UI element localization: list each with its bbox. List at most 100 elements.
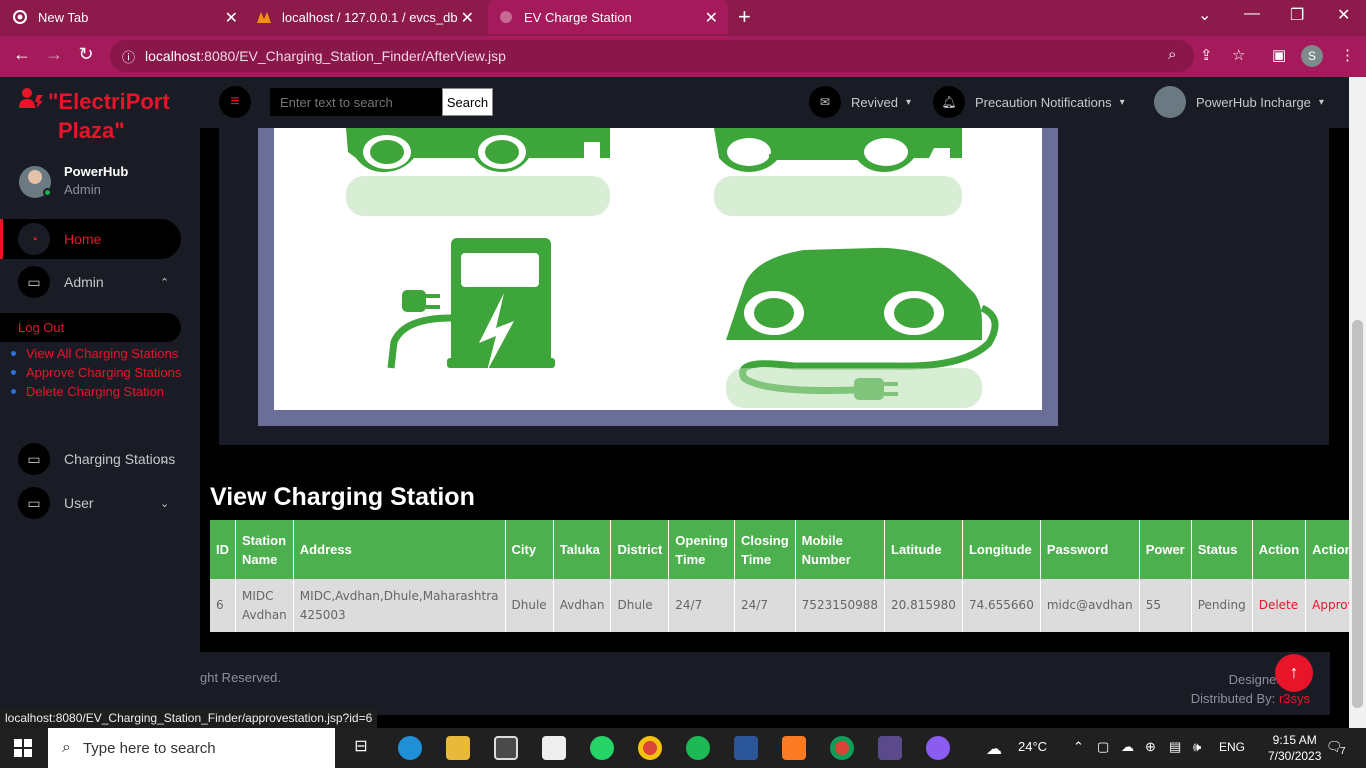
tab-title: localhost / 127.0.0.1 / evcs_db / r	[282, 9, 458, 25]
windows-start-icon[interactable]	[14, 739, 32, 757]
mail-icon[interactable]	[542, 736, 566, 760]
tab-phpmyadmin[interactable]: localhost / 127.0.0.1 / evcs_db / r ✕	[256, 0, 484, 34]
notifications-label: Precaution Notifications	[975, 94, 1112, 110]
bell-icon: 🔔︎	[933, 86, 965, 118]
search-button[interactable]: Search	[442, 88, 493, 116]
scroll-to-top-button[interactable]: ↑	[1275, 654, 1313, 692]
store-icon[interactable]	[494, 736, 518, 760]
user-avatar	[1154, 86, 1186, 118]
file-explorer-icon[interactable]	[446, 736, 470, 760]
cell-address: MIDC,Avdhan,Dhule,Maharashtra 425003	[293, 579, 506, 632]
sidebar-item-user[interactable]: ▭ User ⌄	[0, 483, 190, 523]
tab-new-tab[interactable]: New Tab ✕	[12, 0, 248, 34]
chevron-up-icon[interactable]: ⌃	[1073, 739, 1084, 755]
sidebar-item-charging-stations[interactable]: ▭ Charging Stations ⌄	[0, 439, 190, 479]
laptop-icon: ▭	[18, 266, 50, 298]
chrome-profile-icon[interactable]	[830, 736, 854, 760]
column-header: Password	[1040, 520, 1140, 579]
charging-station-table: ID Station Name Address City Taluka Dist…	[210, 520, 1349, 632]
whatsapp-icon[interactable]	[590, 736, 614, 760]
column-header: Address	[293, 520, 506, 579]
scrollbar-thumb[interactable]	[1352, 320, 1363, 708]
sidebar-item-home[interactable]: ◔ Home	[0, 219, 181, 259]
distributor-link[interactable]: r3sys	[1279, 691, 1310, 706]
search-input[interactable]	[270, 88, 442, 116]
task-view-icon[interactable]: ⊟	[349, 736, 373, 760]
weather-temp[interactable]: 24°C	[1018, 739, 1047, 754]
paint-icon[interactable]	[926, 736, 950, 760]
chevron-down-icon: ⌄	[160, 497, 170, 510]
meet-icon[interactable]: ▢	[1097, 739, 1109, 755]
weather-cloud-icon[interactable]: ☁	[986, 739, 1002, 759]
close-tab-icon[interactable]: ✕	[461, 8, 474, 28]
bookmark-star-icon[interactable]: ☆	[1232, 46, 1245, 64]
brand-logo[interactable]: "ElectriPort Plaza"	[18, 87, 170, 144]
minimize-icon[interactable]: —	[1244, 5, 1260, 23]
sidebar-item-label: Admin	[64, 274, 104, 290]
cell-latitude: 20.815980	[884, 579, 963, 632]
table-header-row: ID Station Name Address City Taluka Dist…	[210, 520, 1349, 579]
delete-link[interactable]: Delete	[1252, 579, 1307, 632]
profile-avatar[interactable]: S	[1301, 45, 1323, 67]
profile-role: Admin	[64, 182, 101, 197]
language-indicator[interactable]: ENG	[1219, 740, 1245, 754]
ev-charging-illustration	[274, 128, 1042, 410]
chrome-taskbar-icon[interactable]	[638, 736, 662, 760]
chevron-down-icon: ▾	[1119, 96, 1125, 108]
page-title: View Charging Station	[210, 483, 475, 511]
word-icon[interactable]	[734, 736, 758, 760]
laptop-icon: ▭	[18, 487, 50, 519]
column-header: Power	[1139, 520, 1192, 579]
menu-dots-icon[interactable]: ⋮	[1340, 46, 1355, 64]
hamburger-menu-icon[interactable]: ≡	[219, 86, 251, 118]
sidebar-item-admin[interactable]: ▭ Admin ⌃	[0, 262, 190, 302]
tab-search-icon[interactable]: ⌄	[1198, 5, 1211, 25]
forward-icon[interactable]: →	[42, 44, 66, 65]
user-dropdown[interactable]: PowerHub Incharge ▾	[1154, 86, 1324, 118]
side-panel-icon[interactable]: ▣	[1272, 46, 1286, 64]
brand-line1: "ElectriPort	[48, 89, 170, 114]
envelope-icon: ✉	[809, 86, 841, 118]
close-tab-icon[interactable]: ✕	[225, 8, 238, 28]
link-view-all-charging-stations[interactable]: View All Charging Stations	[10, 344, 190, 363]
column-header: Action	[1252, 520, 1307, 579]
cell-password: midc@avdhan	[1040, 579, 1140, 632]
reload-icon[interactable]: ↻	[74, 44, 98, 65]
clock[interactable]: 9:15 AM 7/30/2023	[1268, 732, 1321, 764]
link-delete-charging-station[interactable]: Delete Charging Station	[10, 382, 190, 401]
sidebar-item-label: Home	[64, 231, 102, 247]
back-icon[interactable]: ←	[10, 44, 34, 65]
app-icon[interactable]	[878, 736, 902, 760]
approve-link[interactable]: Approve	[1305, 579, 1349, 632]
cell-station-name: MIDC Avdhan	[235, 579, 294, 632]
onedrive-icon[interactable]: ☁	[1121, 739, 1134, 755]
link-approve-charging-stations[interactable]: Approve Charging Stations	[10, 363, 190, 382]
close-window-icon[interactable]: ✕	[1337, 5, 1350, 25]
messages-dropdown[interactable]: ✉ Revived ▾	[809, 86, 911, 118]
taskbar-search[interactable]: ⌕ Type here to search	[48, 728, 335, 768]
spotify-icon[interactable]	[686, 736, 710, 760]
url-field[interactable]: ⓘ localhost:8080/EV_Charging_Station_Fin…	[110, 40, 1194, 72]
notifications-dropdown[interactable]: 🔔︎ Precaution Notifications ▾	[933, 86, 1125, 118]
footer: ght Reserved. Designed By: Distributed B…	[200, 652, 1330, 715]
globe-icon[interactable]: ⊕	[1145, 739, 1156, 755]
address-bar: ← → ↻ ⓘ localhost:8080/EV_Charging_Stati…	[0, 36, 1366, 77]
network-icon[interactable]: ▤	[1169, 739, 1181, 755]
tab-ev-charge-station[interactable]: EV Charge Station ✕	[488, 0, 728, 34]
cell-status: Pending	[1191, 579, 1253, 632]
zoom-icon[interactable]: ⌕	[1168, 46, 1176, 63]
column-header: ID	[210, 520, 236, 579]
restore-icon[interactable]: ❐	[1290, 5, 1304, 25]
notification-count: 7	[1340, 746, 1346, 757]
taskbar: ⌕ Type here to search ⊟ ☁ 24°C ⌃ ▢ ☁ ⊕ ▤…	[0, 728, 1366, 768]
info-icon[interactable]: ⓘ	[122, 47, 135, 66]
volume-icon[interactable]: 🕪︎	[1193, 739, 1201, 755]
sidebar-item-label: User	[64, 495, 94, 511]
xampp-icon[interactable]	[782, 736, 806, 760]
cell-id: 6	[210, 579, 236, 632]
close-tab-icon[interactable]: ✕	[705, 8, 718, 28]
logout-link[interactable]: Log Out	[0, 313, 181, 342]
new-tab-icon[interactable]: +	[738, 4, 751, 30]
edge-icon[interactable]	[398, 736, 422, 760]
share-icon[interactable]: ⇪	[1200, 46, 1213, 64]
